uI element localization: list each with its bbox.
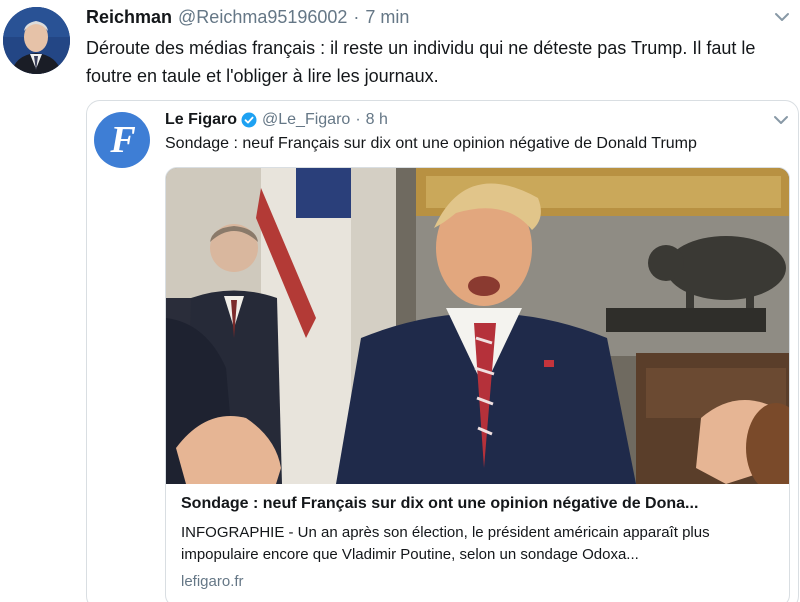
separator: · — [353, 7, 360, 27]
author-handle[interactable]: @Reichma95196002 — [178, 7, 347, 28]
link-card-image[interactable] — [166, 168, 789, 484]
author-avatar-image — [3, 7, 70, 74]
link-card-domain[interactable]: lefigaro.fr — [181, 573, 244, 590]
quoted-author-avatar[interactable]: F — [94, 112, 150, 168]
quoted-tweet-header: Le Figaro @Le_Figaro · 8 h — [165, 111, 388, 129]
quoted-author-handle[interactable]: @Le_Figaro — [262, 111, 350, 129]
verified-badge-icon — [241, 112, 257, 128]
tweet-timestamp[interactable]: 7 min — [365, 7, 409, 28]
quoted-tweet-timestamp[interactable]: 8 h — [366, 111, 388, 129]
figaro-logo-letter: F — [110, 119, 135, 161]
tweet-text: Déroute des médias français : il reste u… — [86, 38, 756, 86]
chevron-down-icon[interactable] — [774, 12, 790, 22]
author-avatar[interactable] — [3, 7, 70, 74]
separator: · — [355, 111, 361, 128]
quoted-author-name[interactable]: Le Figaro — [165, 111, 237, 129]
link-card-description: INFOGRAPHIE - Un an après son élection, … — [181, 524, 710, 563]
tweet-header: Reichman @Reichma95196002 · 7 min — [86, 7, 409, 29]
press-photo — [166, 168, 789, 484]
link-card-title[interactable]: Sondage : neuf Français sur dix ont une … — [181, 495, 781, 513]
link-card[interactable]: Sondage : neuf Français sur dix ont une … — [165, 167, 790, 602]
quoted-tweet-text: Sondage : neuf Français sur dix ont une … — [165, 135, 697, 152]
author-name[interactable]: Reichman — [86, 7, 172, 28]
tweet[interactable]: Reichman @Reichma95196002 · 7 min Dérout… — [0, 0, 800, 602]
chevron-down-icon[interactable] — [773, 115, 789, 125]
quoted-tweet[interactable]: F Le Figaro @Le_Figaro · 8 h Sondage : n… — [86, 100, 799, 602]
